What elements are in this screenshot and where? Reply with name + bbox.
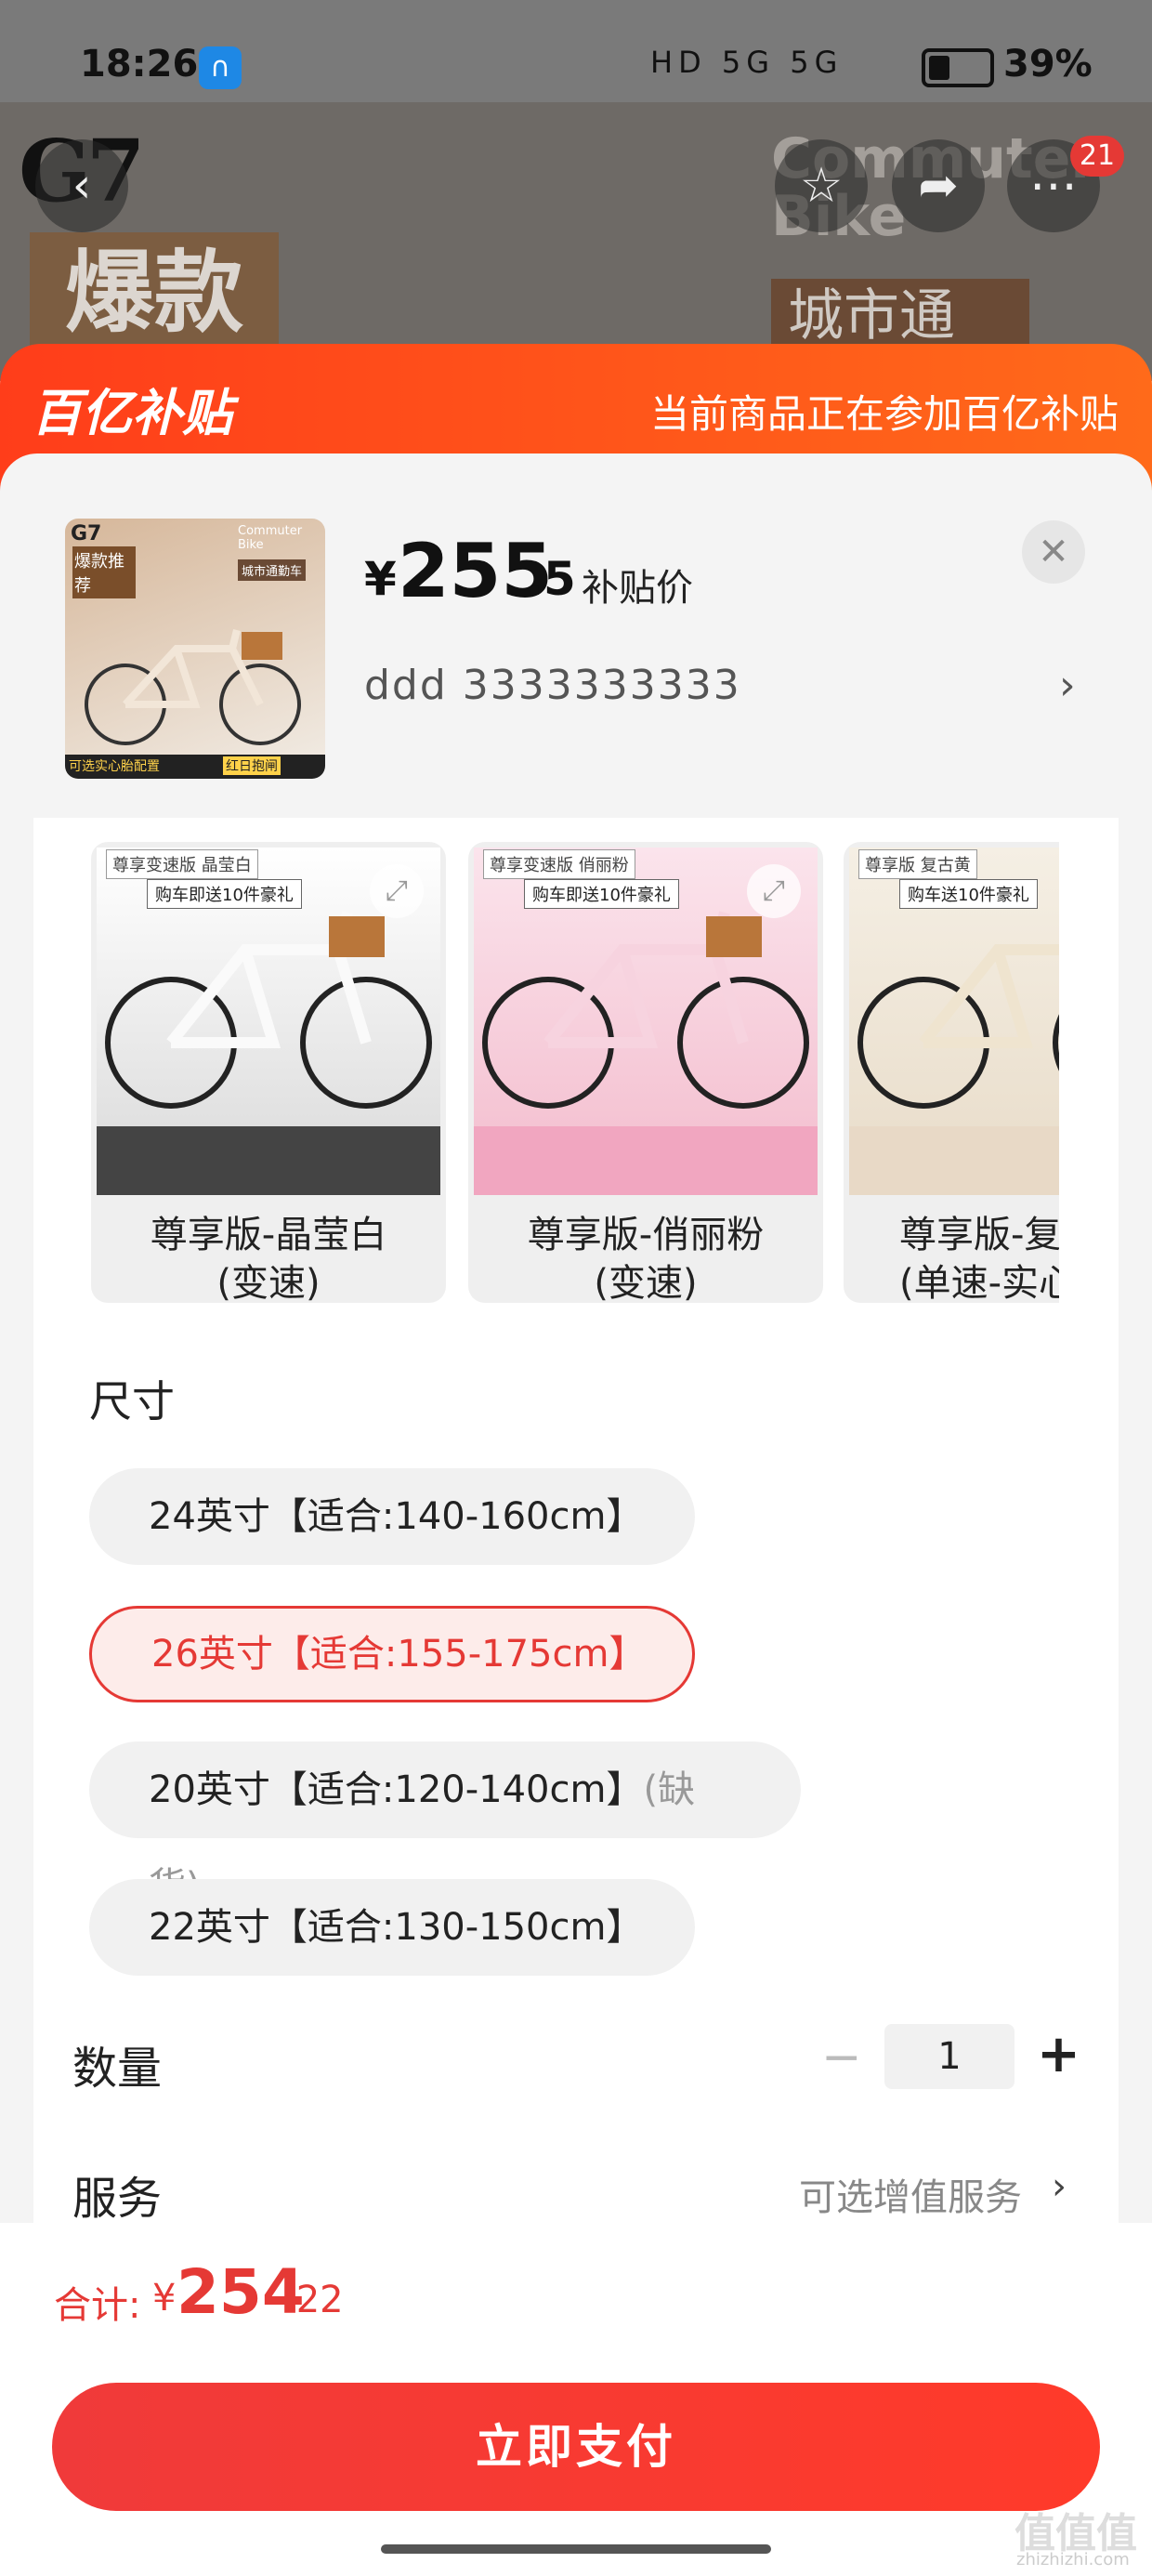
variant-name: 尊享版-复 <box>899 1214 1059 1256</box>
status-time: 18:26 <box>80 43 199 85</box>
chevron-right-icon[interactable]: › <box>1059 662 1076 709</box>
watermark-url: zhizhizhi.com <box>1016 2550 1130 2569</box>
thumb-footer-left: 可选实心胎配置 <box>69 759 160 774</box>
price-label: 补贴价 <box>582 567 693 610</box>
size-option-selected[interactable]: 26英寸【适合:155-175cm】 <box>89 1606 695 1702</box>
battery-percent: 39% <box>1003 43 1093 85</box>
variant-name: 尊享版-俏丽粉 <box>527 1214 765 1256</box>
subsidy-message: 当前商品正在参加百亿补贴 <box>650 391 1119 437</box>
hero-city-label: 城市通 <box>771 279 1029 353</box>
status-bar: 18:26 ∩ HD 5G 5G 39% <box>0 0 1152 102</box>
accessory-strip <box>849 1126 1059 1195</box>
variant-tag: 尊享变速版 俏丽粉 <box>483 849 635 879</box>
chevron-right-icon[interactable]: › <box>1052 2165 1067 2208</box>
quantity-input[interactable]: 1 <box>884 2024 1015 2089</box>
bike-illustration <box>85 629 301 745</box>
variant-card[interactable]: 尊享版 复古黄 购车送10件豪礼 尊享版-复 (单速-实心 <box>844 842 1059 1303</box>
minus-icon[interactable]: − <box>821 2030 862 2085</box>
variant-tag: 尊享变速版 晶莹白 <box>106 849 258 879</box>
variant-card[interactable]: 尊享变速版 俏丽粉 购车即送10件豪礼 ⤢ 尊享版-俏丽粉 (变速) <box>468 842 823 1303</box>
subsidy-logo: 百亿补贴 <box>32 384 232 442</box>
variant-card[interactable]: 尊享变速版 晶莹白 购车即送10件豪礼 ⤢ 尊享版-晶莹白 (变速) <box>91 842 446 1303</box>
thumb-city-label: 城市通勤车 <box>238 559 307 581</box>
hero-hot-label: 爆款 <box>30 232 279 353</box>
share-icon[interactable]: ➦ <box>892 139 985 232</box>
size-section-title: 尺寸 <box>89 1376 175 1426</box>
price-decimal: .5 <box>526 552 576 606</box>
variant-subname: (变速) <box>216 1262 321 1303</box>
close-icon[interactable]: ✕ <box>1022 520 1085 584</box>
variant-gift: 购车即送10件豪礼 <box>147 879 302 909</box>
variant-name: 尊享版-晶莹白 <box>150 1214 387 1256</box>
variant-gift: 购车送10件豪礼 <box>899 879 1038 909</box>
variant-gift: 购车即送10件豪礼 <box>524 879 679 909</box>
size-option-label: 26英寸【适合:155-175cm】 <box>151 1633 647 1676</box>
expand-icon[interactable]: ⤢ <box>747 864 801 918</box>
plus-icon[interactable]: + <box>1037 2024 1080 2084</box>
cart-badge: 21 <box>1070 136 1124 177</box>
home-indicator[interactable] <box>381 2544 771 2554</box>
size-option-label: 24英寸【适合:140-160cm】 <box>149 1495 644 1538</box>
back-arrow-icon[interactable]: ‹ <box>35 139 128 232</box>
thumb-hot-label: 爆款推荐 <box>72 546 136 598</box>
thumb-brand: G7 <box>71 522 102 545</box>
size-option[interactable]: 24英寸【适合:140-160cm】 <box>89 1468 695 1565</box>
quantity-label: 数量 <box>72 2043 163 2095</box>
expand-icon[interactable]: ⤢ <box>370 864 424 918</box>
thumb-en-title: Commuter Bike <box>238 524 303 552</box>
variant-subname: (单速-实心 <box>899 1262 1059 1303</box>
accessory-strip <box>474 1126 818 1195</box>
thumb-footer-right: 红日抱闸 <box>223 756 281 775</box>
headphones-icon: ∩ <box>199 46 242 89</box>
total-label: 合计: <box>54 2284 141 2327</box>
variant-subname: (变速) <box>594 1262 698 1303</box>
sku-text[interactable]: ddd 3333333333 <box>364 662 741 709</box>
service-value[interactable]: 可选增值服务 <box>799 2167 1022 2221</box>
product-thumbnail[interactable]: G7 爆款推荐 Commuter Bike 城市通勤车 可选实心胎配置 红日抱闸 <box>65 519 325 779</box>
total-decimal: .22 <box>284 2279 344 2321</box>
variant-tag: 尊享版 复古黄 <box>858 849 977 879</box>
size-option[interactable]: 20英寸【适合:120-140cm】(缺货) <box>89 1741 801 1908</box>
star-icon[interactable]: ☆ <box>775 139 868 232</box>
product-hero-backdrop: G7 爆款 Commuter Bike 城市通 ‹ ☆ ➦ ⋯ 21 <box>0 102 1152 381</box>
service-label: 服务 <box>72 2173 163 2225</box>
variant-card-clip: 尊享版 复古黄 购车送10件豪礼 尊享版-复 (单速-实心 <box>844 842 1059 1303</box>
battery-icon <box>922 48 994 87</box>
size-option[interactable]: 22英寸【适合:130-150cm】 <box>89 1879 695 1976</box>
signal-indicators: HD 5G 5G <box>650 45 844 80</box>
accessory-strip <box>97 1126 440 1195</box>
total-currency: ¥ <box>152 2277 177 2320</box>
size-option-label: 20英寸【适合:120-140cm】 <box>149 1768 644 1811</box>
size-option-label: 22英寸【适合:130-150cm】 <box>149 1906 644 1949</box>
pay-now-button[interactable]: 立即支付 <box>52 2383 1100 2511</box>
price-symbol: ¥ <box>364 552 397 606</box>
